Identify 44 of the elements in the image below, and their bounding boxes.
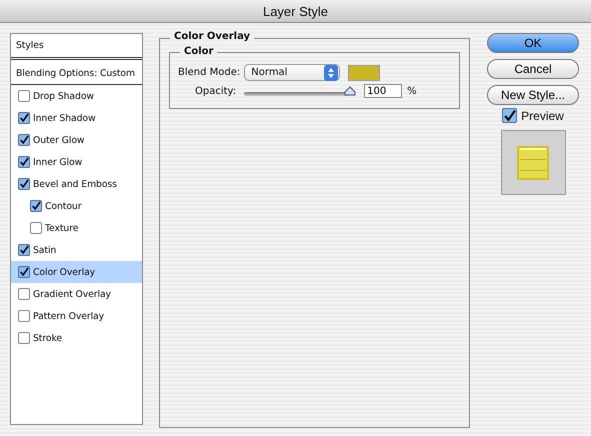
checkbox[interactable] — [18, 134, 30, 146]
list-item[interactable]: Stroke — [11, 327, 142, 349]
checkbox[interactable] — [18, 178, 30, 190]
list-item[interactable]: Drop Shadow — [11, 85, 142, 107]
checkbox[interactable] — [18, 332, 30, 344]
checkbox[interactable] — [18, 310, 30, 322]
checkbox[interactable] — [30, 200, 42, 212]
list-item[interactable]: Outer Glow — [11, 129, 142, 151]
list-item[interactable]: Contour — [11, 195, 142, 217]
opacity-field[interactable]: 100 — [364, 84, 402, 98]
checkbox[interactable] — [18, 156, 30, 168]
window-title: Layer Style — [262, 4, 328, 18]
slider-thumb[interactable] — [344, 86, 356, 96]
checkbox[interactable] — [18, 244, 30, 256]
stepper-icon — [324, 64, 338, 80]
checkbox[interactable] — [18, 266, 30, 278]
unit-label: % — [407, 86, 417, 96]
list-item[interactable]: Gradient Overlay — [11, 283, 142, 305]
list-item[interactable]: Color Overlay — [11, 261, 142, 283]
color-swatch[interactable] — [348, 64, 380, 80]
dialog-button[interactable]: Cancel — [487, 59, 579, 79]
list-item[interactable]: Blending Options: Custom — [11, 62, 142, 85]
list-header[interactable]: Styles — [11, 34, 142, 60]
dialog-button[interactable]: OK — [487, 33, 579, 53]
field-label: Opacity: — [195, 86, 236, 96]
checkbox-label: Preview — [521, 108, 564, 122]
checkbox[interactable] — [18, 112, 30, 124]
list-item[interactable]: Texture — [11, 217, 142, 239]
list-item[interactable]: Bevel and Emboss — [11, 173, 142, 195]
list-item[interactable]: Inner Glow — [11, 151, 142, 173]
checkbox[interactable] — [18, 288, 30, 300]
checkbox[interactable] — [18, 90, 30, 102]
panel-title: Color Overlay — [170, 31, 254, 42]
field-label: Blend Mode: — [178, 67, 240, 78]
list-item[interactable]: Satin — [11, 239, 142, 261]
style-preview-drawing — [516, 144, 550, 180]
list-item[interactable]: Pattern Overlay — [11, 305, 142, 327]
group-title: Color — [180, 46, 218, 57]
blend-mode-dropdown[interactable]: Normal — [244, 64, 340, 81]
opacity-slider[interactable] — [244, 86, 356, 96]
dialog-button[interactable]: New Style... — [487, 85, 579, 105]
list-item[interactable]: Inner Shadow — [11, 107, 142, 129]
checkbox[interactable] — [502, 108, 518, 123]
checkbox[interactable] — [30, 222, 42, 234]
